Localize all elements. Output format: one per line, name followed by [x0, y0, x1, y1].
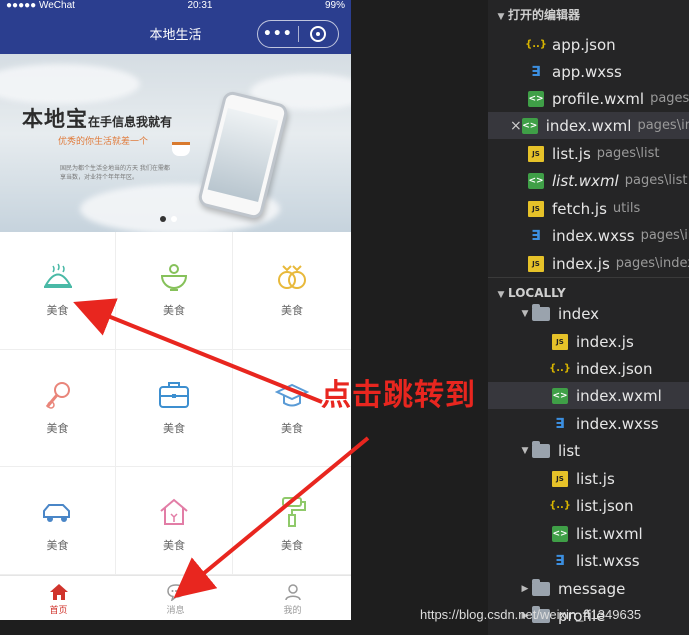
open-editor-item[interactable]: <> list.wxml pages\list	[488, 167, 689, 194]
file-explorer: ▼ 打开的编辑器 {..} app.json ∃ app.wxss <> profile…	[488, 0, 689, 635]
folder-icon	[532, 578, 550, 596]
caret-down-icon: ▼	[521, 445, 529, 456]
section-title: 打开的编辑器	[508, 8, 581, 22]
folder-index[interactable]: ▼ index	[488, 300, 689, 327]
css-file-icon: ∃	[531, 63, 541, 80]
css-file-icon: ∃	[555, 415, 565, 432]
folder-message[interactable]: ▶ message	[488, 575, 689, 602]
annotation-callout: 点击跳转到	[321, 378, 476, 413]
file-item-selected[interactable]: <> index.wxml	[488, 382, 689, 409]
js-file-icon: JS	[552, 333, 568, 350]
wxml-file-icon: <>	[521, 117, 538, 134]
file-item[interactable]: JS index.js	[488, 328, 689, 355]
watermark-url: https://blog.csdn.net/weixin_41349635	[420, 607, 642, 622]
open-editor-item[interactable]: JS list.js pages\list	[488, 140, 689, 167]
file-item[interactable]: {..} index.json	[488, 355, 689, 382]
wxml-file-icon: <>	[552, 525, 568, 542]
css-file-icon: ∃	[531, 227, 541, 244]
caret-down-icon: ▼	[497, 12, 505, 22]
open-editor-item[interactable]: ∃index.wxsspages\index	[488, 222, 689, 249]
json-file-icon: {..}	[525, 39, 547, 50]
wxml-file-icon: <>	[528, 172, 544, 189]
js-file-icon: JS	[552, 470, 568, 487]
wxml-file-icon: <>	[552, 387, 568, 404]
file-item[interactable]: <> list.wxml	[488, 520, 689, 547]
folder-list[interactable]: ▼ list	[488, 437, 689, 464]
file-item[interactable]: ∃ index.wxss	[488, 410, 689, 437]
close-icon[interactable]: ×	[510, 118, 522, 134]
js-file-icon: JS	[528, 255, 544, 272]
folder-open-icon	[532, 440, 550, 458]
arrow-to-grid-item	[73, 298, 323, 404]
folder-open-icon	[532, 303, 550, 321]
open-editor-item[interactable]: <>profile.wxmlpages\profile	[488, 85, 689, 112]
open-editor-item[interactable]: ∃ app.wxss	[488, 58, 689, 85]
section-title: LOCALLY	[508, 286, 566, 300]
open-editor-item[interactable]: JS fetch.js utils	[488, 195, 689, 222]
json-file-icon: {..}	[549, 500, 571, 511]
open-editor-item[interactable]: JS index.js pages\index	[488, 250, 689, 277]
js-file-icon: JS	[528, 145, 544, 162]
js-file-icon: JS	[528, 200, 544, 217]
caret-right-icon: ▶	[521, 583, 529, 594]
caret-down-icon: ▼	[521, 308, 529, 319]
open-editor-item-active[interactable]: ×<>index.wxmlpages\index	[488, 112, 689, 139]
file-item[interactable]: ∃ list.wxss	[488, 547, 689, 574]
file-item[interactable]: JS list.js	[488, 465, 689, 492]
wxml-file-icon: <>	[528, 90, 544, 107]
section-open-editors[interactable]: ▼ 打开的编辑器	[488, 0, 689, 30]
json-file-icon: {..}	[549, 363, 571, 374]
css-file-icon: ∃	[555, 552, 565, 569]
file-item[interactable]: {..} list.json	[488, 492, 689, 519]
arrow-to-message-tab	[173, 436, 370, 599]
open-editor-item[interactable]: {..} app.json	[488, 31, 689, 58]
